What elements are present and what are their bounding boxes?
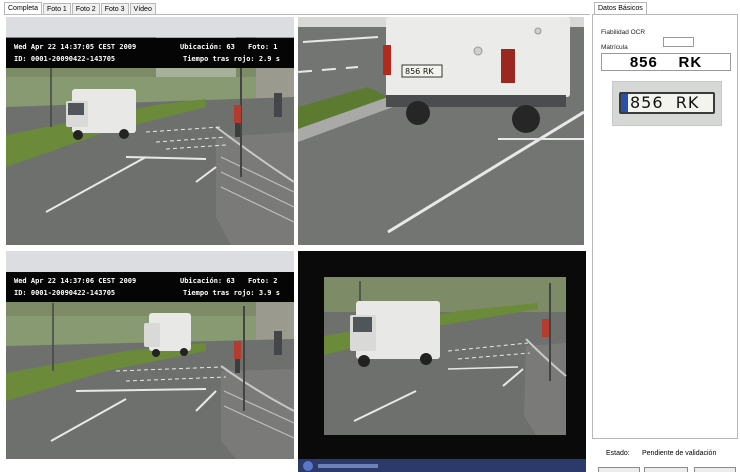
photo-1-location: Ubicación: 63 (180, 43, 235, 51)
photo-1-id: ID: 0001-20090422-143705 (14, 55, 116, 63)
eu-band-icon (621, 94, 628, 112)
fiabilidad-ocr-label: Fiabilidad OCR (601, 29, 646, 36)
tab-divider (4, 14, 590, 15)
photo-3-time-after-red: Tiempo tras rojo: 3.9 s (183, 289, 280, 297)
photo-1-datetime: Wed Apr 22 14:37:05 CEST 2009 (14, 43, 137, 51)
tab-datos-basicos[interactable]: Datos Básicos (594, 2, 647, 14)
action-button-1[interactable] (598, 467, 640, 472)
app-window: Completa Foto 1 Foto 2 Foto 3 Vídeo Wed … (0, 0, 740, 472)
fiabilidad-ocr-field[interactable] (663, 37, 694, 47)
photo-2[interactable]: 856 RK (298, 17, 584, 245)
photo-1-number: Foto: 1 (248, 43, 278, 51)
photo-1-time-after-red: Tiempo tras rojo: 2.9 s (183, 55, 280, 63)
photo-3-number: Foto: 2 (248, 277, 278, 285)
photo-1-overlay: Wed Apr 22 14:37:05 CEST 2009 Ubicación:… (6, 38, 294, 68)
photo-3-overlay: Wed Apr 22 14:37:06 CEST 2009 Ubicación:… (6, 272, 294, 302)
photo-3-id: ID: 0001-20090422-143705 (14, 289, 116, 297)
estado-value: Pendiente de validación (642, 450, 717, 457)
action-button-2[interactable] (644, 467, 688, 472)
side-panel: Fiabilidad OCR Matrícula 856 RK 856 RK D… (592, 2, 740, 472)
photo-3-datetime: Wed Apr 22 14:37:06 CEST 2009 (14, 277, 137, 285)
matricula-label: Matrícula (601, 44, 628, 51)
action-button-3[interactable] (694, 467, 736, 472)
matricula-field[interactable]: 856 RK (601, 53, 731, 71)
video-panel[interactable] (298, 251, 586, 472)
plate-crop-image: 856 RK (612, 81, 722, 126)
photo-3[interactable]: Wed Apr 22 14:37:06 CEST 2009 Ubicación:… (6, 251, 294, 459)
van-closeup: 856 RK (298, 17, 584, 245)
video-frame (298, 251, 586, 472)
photo-3-location: Ubicación: 63 (180, 277, 235, 285)
van-plate-text: 856 RK (405, 67, 434, 76)
photo-1[interactable]: Wed Apr 22 14:37:05 CEST 2009 Ubicación:… (6, 17, 294, 245)
license-plate: 856 RK (619, 92, 715, 114)
estado-label: Estado: (606, 450, 630, 457)
datos-basicos-panel: Fiabilidad OCR Matrícula 856 RK 856 RK (592, 14, 738, 439)
plate-crop-text: 856 RK (630, 93, 700, 112)
